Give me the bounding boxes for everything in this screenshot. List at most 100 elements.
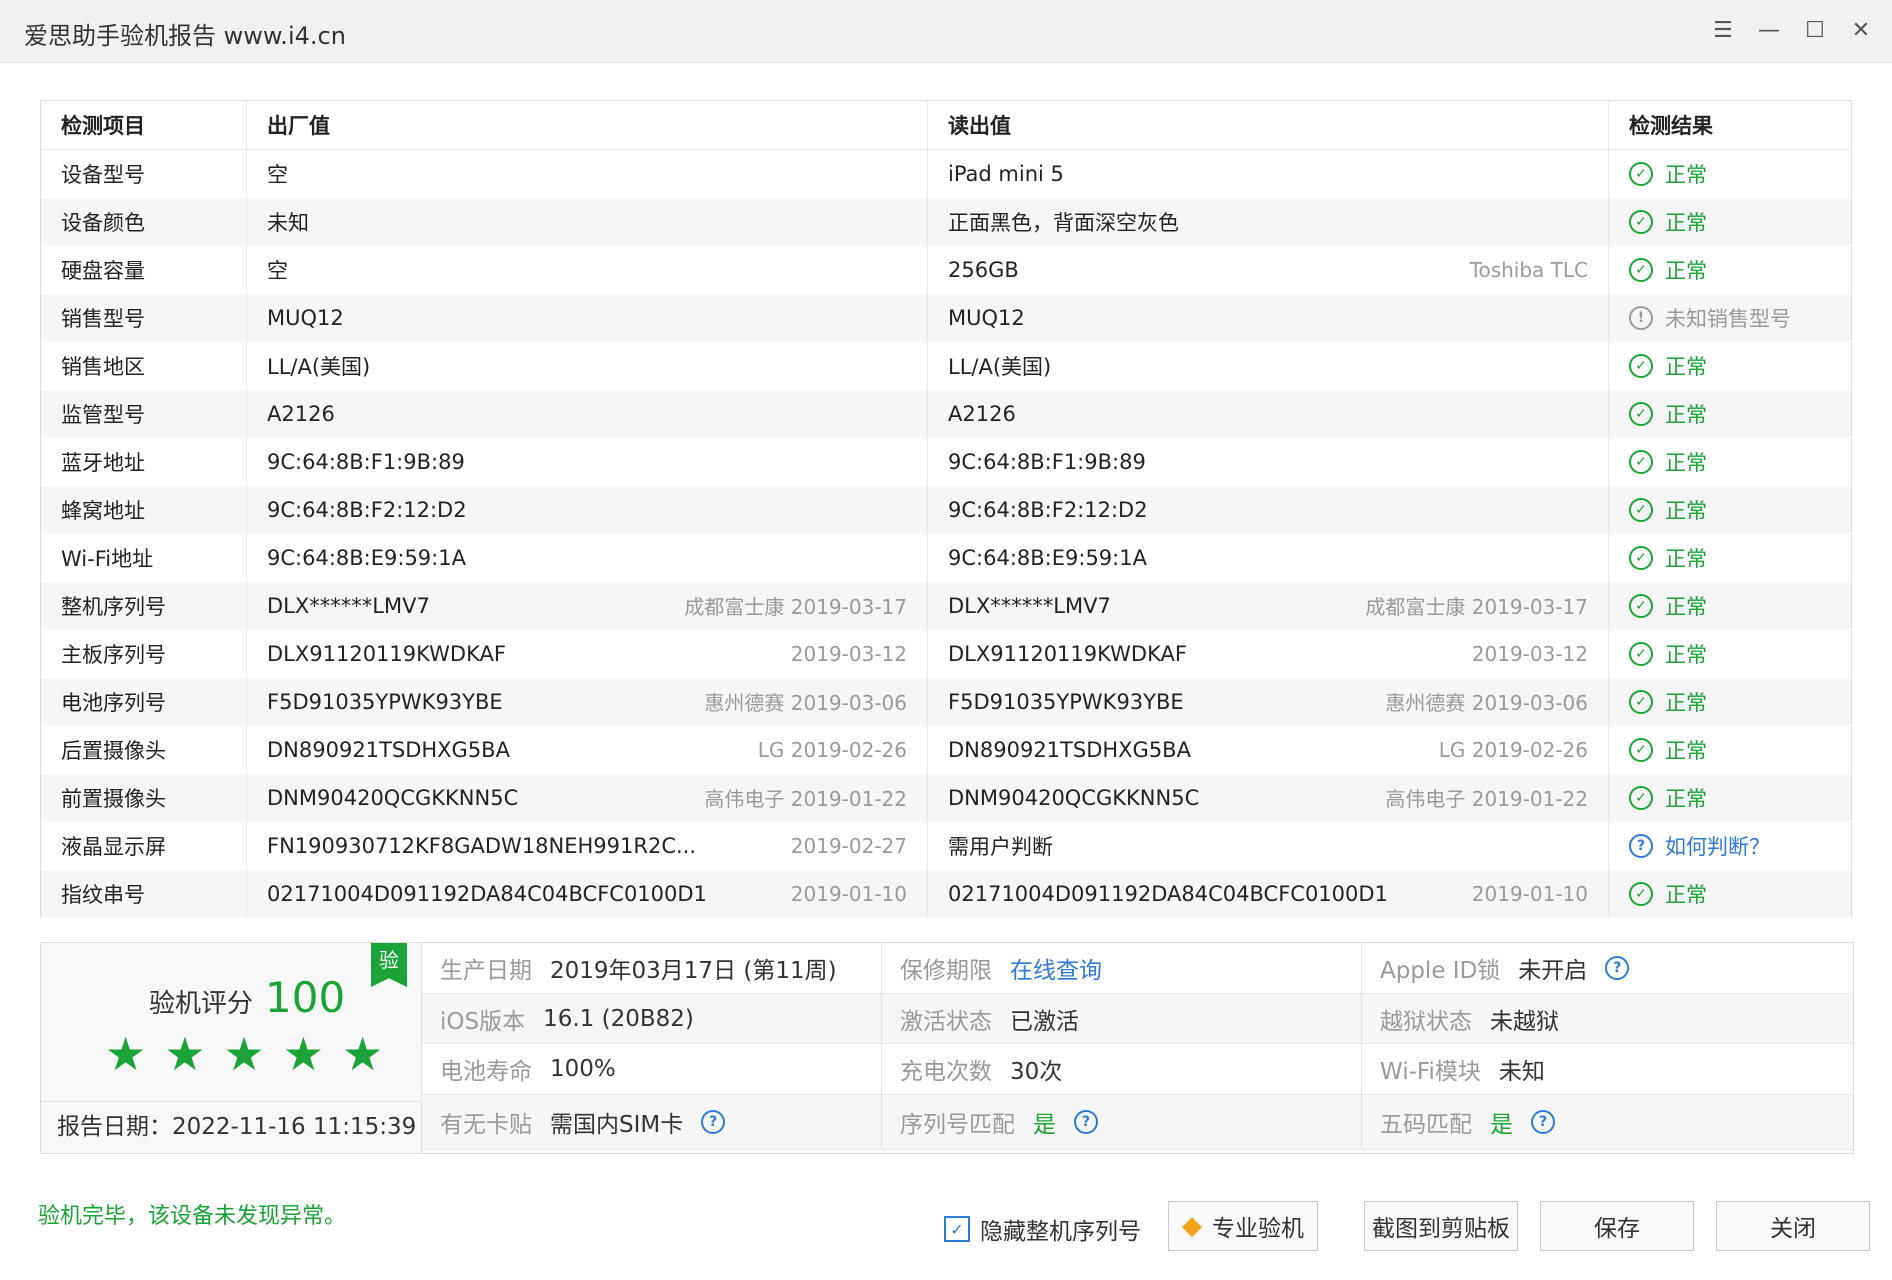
result-text: 正常 <box>1665 786 1707 811</box>
read-value: 正面黑色，背面深空灰色 <box>948 210 1179 235</box>
minimize-icon[interactable]: — <box>1752 14 1786 48</box>
factory-value: 9C:64:8B:F2:12:D2 <box>267 497 467 522</box>
maximize-icon[interactable]: ☐ <box>1798 14 1832 48</box>
pro-check-button[interactable]: ◆ 专业验机 <box>1168 1201 1318 1251</box>
read-cell: 9C:64:8B:F2:12:D2 <box>927 485 1609 534</box>
read-note: LG 2019-02-26 <box>1438 737 1588 762</box>
info-label: 生产日期 <box>440 958 532 984</box>
check-circle-icon: ✓ <box>1629 257 1653 282</box>
read-cell: 需用户判断 <box>927 821 1609 870</box>
read-value: A2126 <box>948 401 1016 426</box>
result-cell: ✓ 正常 <box>1608 677 1852 726</box>
result-text[interactable]: 如何判断？ <box>1665 831 1770 861</box>
table-row: 前置摄像头 DNM90420QCGKKNN5C 高伟电子 2019-01-22 DNM… <box>40 773 1852 822</box>
factory-cell: 02171004D091192DA84C04BCFC0100D1 2019-01-… <box>246 869 928 918</box>
result-cell: ✓ 正常 <box>1608 341 1852 390</box>
table-row: 整机序列号 DLX******LMV7 成都富士康 2019-03-17 DLX***… <box>40 581 1852 630</box>
read-value: iPad mini 5 <box>948 161 1064 186</box>
info-value: 是 <box>1033 1112 1056 1138</box>
table-row: 销售地区 LL/A(美国) LL/A(美国) ✓ 正常 <box>40 341 1852 390</box>
table-row: 蓝牙地址 9C:64:8B:F1:9B:89 9C:64:8B:F1:9B:89 ✓ 正… <box>40 437 1852 486</box>
result-cell: ✓ 正常 <box>1608 197 1852 246</box>
result-text: 正常 <box>1665 450 1707 475</box>
factory-note: 高伟电子 2019-01-22 <box>704 787 907 811</box>
save-button[interactable]: 保存 <box>1540 1201 1694 1251</box>
close-icon[interactable]: ✕ <box>1844 14 1878 48</box>
read-cell: 9C:64:8B:F1:9B:89 <box>927 437 1609 486</box>
factory-value: DNM90420QCGKKNN5C <box>267 785 519 810</box>
table-row: 主板序列号 DLX91120119KWDKAF 2019-03-12 DLX91120… <box>40 629 1852 678</box>
read-cell: F5D91035YPWK93YBE 惠州德赛 2019-03-06 <box>927 677 1609 726</box>
read-value: DLX91120119KWDKAF <box>948 641 1187 666</box>
info-cell: 充电次数 30次 <box>882 1044 1362 1095</box>
info-label: 有无卡贴 <box>440 1112 532 1138</box>
info-label: 越狱状态 <box>1380 1008 1472 1035</box>
info-value[interactable]: 在线查询 <box>1010 951 1102 985</box>
read-cell: 正面黑色，背面深空灰色 <box>927 197 1609 246</box>
factory-value: DLX******LMV7 <box>267 593 430 618</box>
result-text: 正常 <box>1665 642 1707 667</box>
info-cell: 激活状态 已激活 <box>882 994 1362 1044</box>
info-cell: 有无卡贴 需国内SIM卡? <box>422 1095 882 1150</box>
info-cell: Apple ID锁 未开启? <box>1362 943 1853 994</box>
table-header-row: 检测项目 出厂值 读出值 检测结果 <box>40 100 1852 150</box>
help-icon[interactable]: ? <box>1531 1110 1555 1134</box>
info-cell: 越狱状态 未越狱 <box>1362 994 1853 1044</box>
read-cell: LL/A(美国) <box>927 341 1609 390</box>
table-row: 销售型号 MUQ12 MUQ12! 未知销售型号 <box>40 293 1852 342</box>
factory-cell: DNM90420QCGKKNN5C 高伟电子 2019-01-22 <box>246 773 928 822</box>
result-text: 正常 <box>1665 402 1707 427</box>
read-cell: 9C:64:8B:E9:59:1A <box>927 533 1609 582</box>
info-value: 30次 <box>1010 1059 1063 1085</box>
factory-cell: 空 <box>246 149 928 198</box>
result-cell: ✓ 正常 <box>1608 581 1852 630</box>
item-name: 蜂窝地址 <box>40 485 247 534</box>
result-cell[interactable]: ? 如何判断？ <box>1608 821 1852 870</box>
window-title: 爱思助手验机报告 www.i4.cn <box>24 22 346 50</box>
pro-check-label: 专业验机 <box>1212 1216 1304 1242</box>
hide-serial-label: 隐藏整机序列号 <box>980 1219 1141 1245</box>
read-value: LL/A(美国) <box>948 354 1052 379</box>
item-name: 设备颜色 <box>40 197 247 246</box>
item-name: 设备型号 <box>40 149 247 198</box>
factory-cell: A2126 <box>246 389 928 438</box>
factory-value: F5D91035YPWK93YBE <box>267 689 503 714</box>
table-row: 设备颜色 未知 正面黑色，背面深空灰色 ✓ 正常 <box>40 197 1852 246</box>
help-icon[interactable]: ? <box>701 1110 726 1134</box>
factory-note: 2019-03-12 <box>790 641 907 666</box>
help-icon[interactable]: ? <box>1605 956 1630 980</box>
result-cell: ✓ 正常 <box>1608 533 1852 582</box>
star-icon: ★ <box>164 1027 206 1081</box>
hide-serial-checkbox[interactable]: ✓ 隐藏整机序列号 <box>944 1212 1141 1246</box>
menu-icon[interactable]: ☰ <box>1706 14 1740 48</box>
info-label: Apple ID锁 <box>1380 958 1501 984</box>
info-cell: 生产日期 2019年03月17日 (第11周) <box>422 943 882 994</box>
factory-cell: DLX******LMV7 成都富士康 2019-03-17 <box>246 581 928 630</box>
result-text: 正常 <box>1665 594 1707 619</box>
screenshot-button[interactable]: 截图到剪贴板 <box>1364 1201 1518 1251</box>
read-value: DN890921TSDHXG5BA <box>948 737 1191 762</box>
help-icon[interactable]: ? <box>1074 1110 1098 1134</box>
result-text: 正常 <box>1665 498 1707 523</box>
score-label: 验机评分 <box>149 989 254 1019</box>
table-row: 液晶显示屏 FN190930712KF8GADW18NEH991R2C... 201… <box>40 821 1852 870</box>
factory-value: 空 <box>267 162 288 187</box>
table-row: 后置摄像头 DN890921TSDHXG5BA LG 2019-02-26 DN890… <box>40 725 1852 774</box>
report-table: 检测项目 出厂值 读出值 检测结果 设备型号空 iPad mini 5 ✓ 正常 设备颜… <box>40 100 1852 918</box>
check-circle-icon: ✓ <box>1629 593 1653 618</box>
info-cell: iOS版本 16.1 (20B82) <box>422 994 882 1044</box>
check-circle-icon: ✓ <box>1629 785 1653 810</box>
info-value: 100% <box>550 1056 616 1082</box>
factory-value: 未知 <box>267 210 309 235</box>
close-button[interactable]: 关闭 <box>1716 1201 1870 1251</box>
result-text: 正常 <box>1665 210 1707 235</box>
result-cell: ! 未知销售型号 <box>1608 293 1852 342</box>
title-bar: 爱思助手验机报告 www.i4.cn ☰ — ☐ ✕ <box>0 0 1892 63</box>
item-name: 主板序列号 <box>40 629 247 678</box>
check-circle-icon: ✓ <box>1629 497 1653 522</box>
item-name: Wi-Fi地址 <box>40 533 247 582</box>
result-cell: ✓ 正常 <box>1608 725 1852 774</box>
checkbox-icon[interactable]: ✓ <box>944 1216 970 1242</box>
star-icon: ★ <box>223 1027 265 1081</box>
read-value: MUQ12 <box>948 305 1025 330</box>
